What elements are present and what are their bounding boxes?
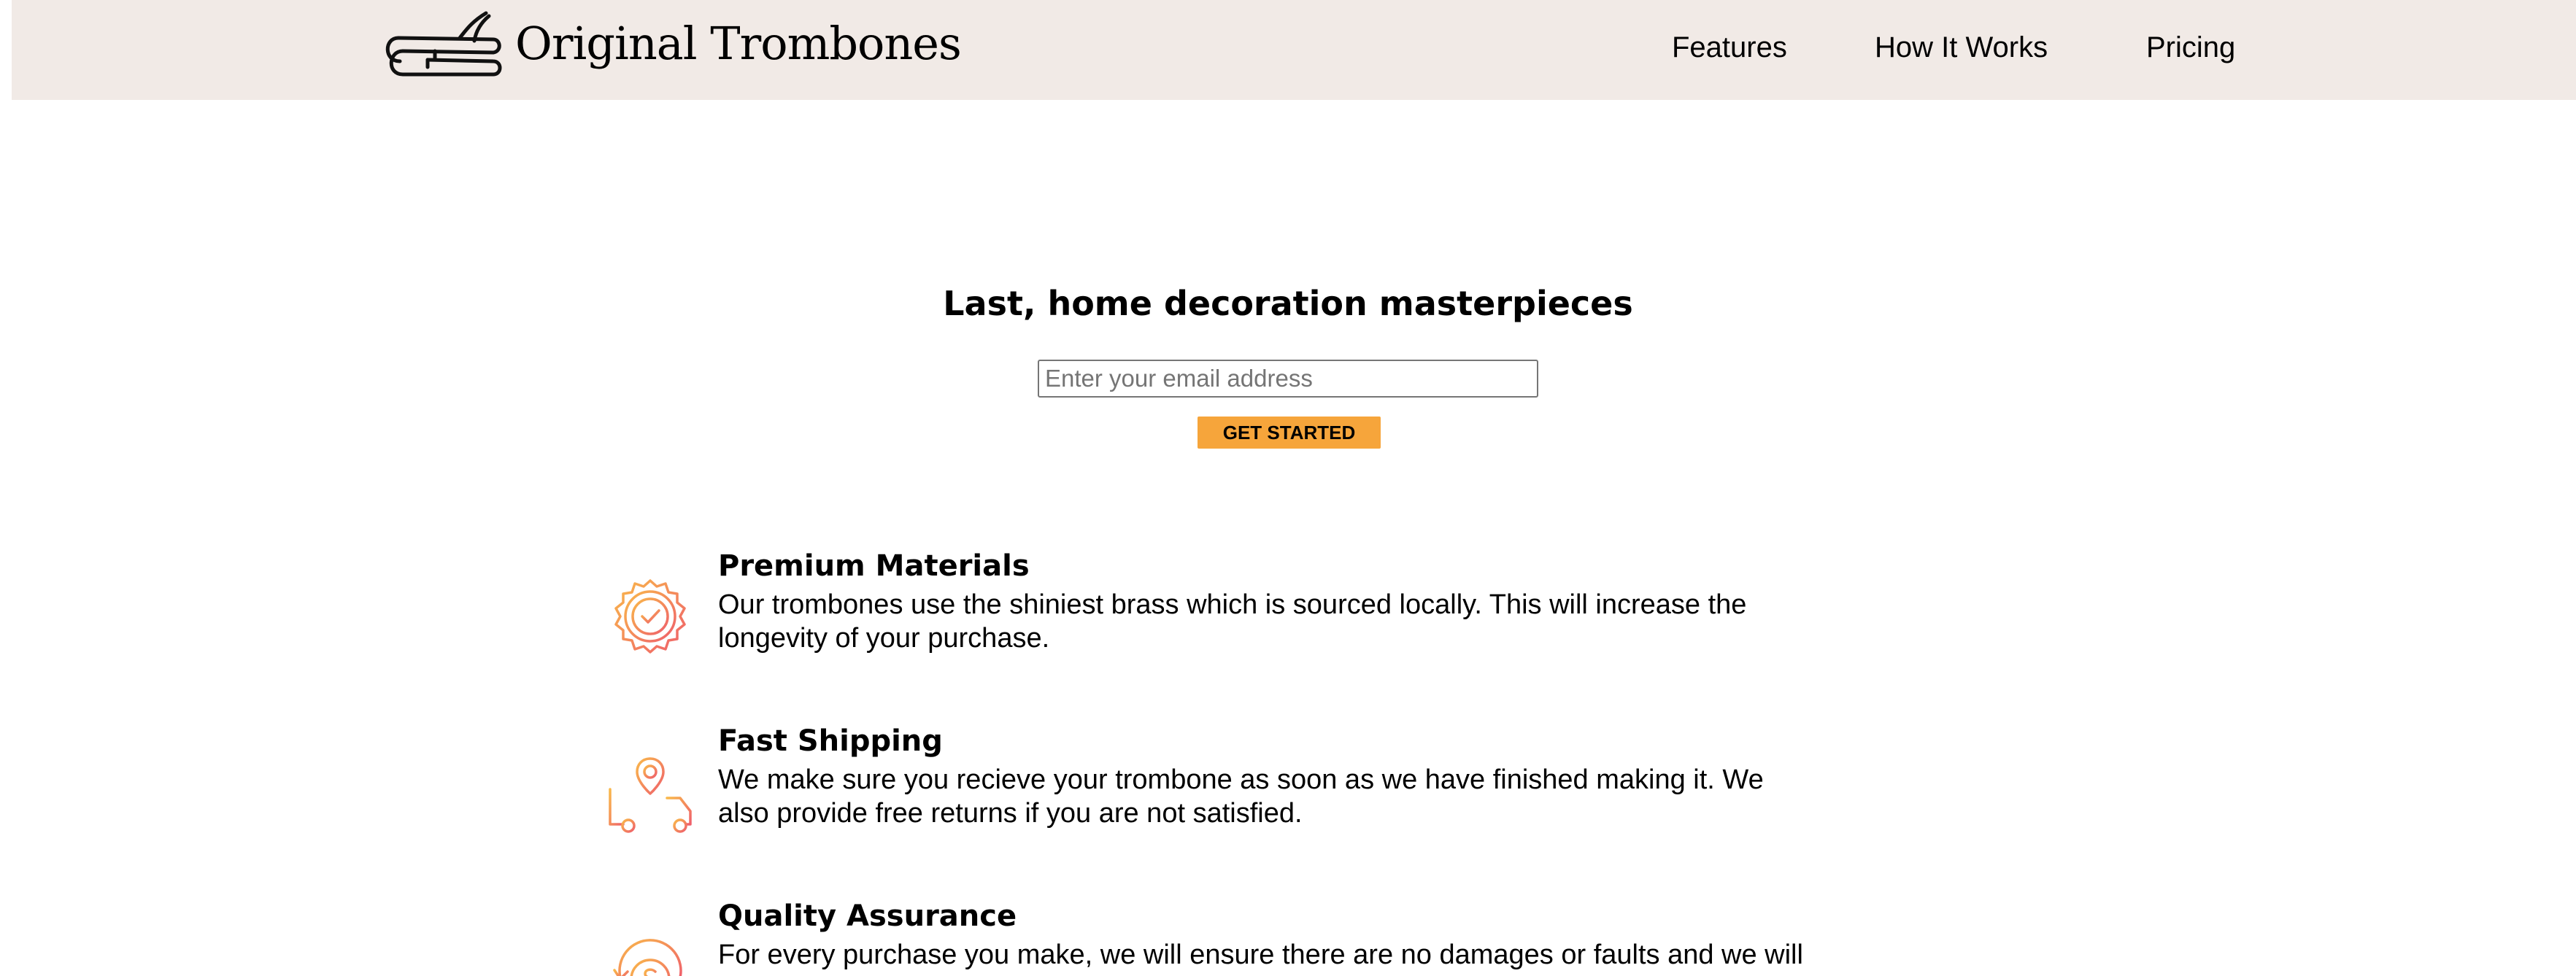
landing-page: Original Trombones Features How It Works… (0, 0, 2576, 976)
hero-title: Last, home decoration masterpieces (943, 284, 1633, 323)
feature-description: We make sure you recieve your trombone a… (718, 764, 1764, 829)
brand-name[interactable]: Original Trombones (515, 15, 962, 73)
email-input[interactable] (1038, 360, 1538, 398)
money-back-icon (613, 939, 682, 976)
nav-how-it-works[interactable]: How It Works (1875, 29, 2048, 66)
feature-description: Our trombones use the shiniest brass whi… (718, 589, 1747, 654)
site-header: Original Trombones Features How It Works… (12, 0, 2576, 100)
get-started-button[interactable]: GET STARTED (1198, 417, 1381, 449)
nav-pricing[interactable]: Pricing (2146, 29, 2235, 66)
delivery-truck-icon (609, 757, 692, 833)
feature-title: Quality Assurance (718, 899, 1017, 933)
quality-badge-icon (614, 579, 686, 654)
nav-features[interactable]: Features (1672, 29, 1787, 66)
feature-title: Fast Shipping (718, 724, 943, 758)
feature-title: Premium Materials (718, 549, 1030, 583)
trombone-icon (385, 11, 502, 77)
feature-description: For every purchase you make, we will ens… (718, 940, 1803, 976)
